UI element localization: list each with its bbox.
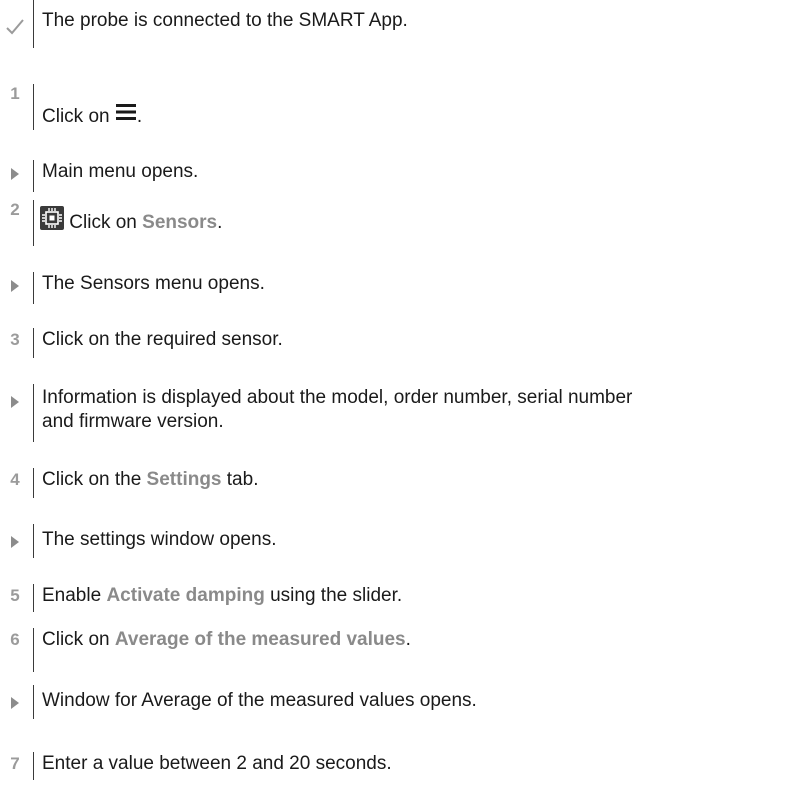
step-text-after: using the slider. <box>264 585 403 606</box>
step-rule <box>33 685 34 719</box>
step-rule <box>33 584 34 612</box>
precondition-text: The probe is connected to the SMART App. <box>42 10 408 31</box>
step-number: 7 <box>10 754 20 773</box>
step-rule <box>33 272 34 304</box>
step-rule <box>33 84 34 130</box>
chip-icon <box>40 206 64 237</box>
step-text-after: tab. <box>221 469 259 490</box>
step-rule <box>33 0 34 48</box>
step-text-bold: Activate damping <box>106 585 265 606</box>
step-text-after: . <box>136 106 143 127</box>
step-text: Enter a value between 2 and 20 seconds. <box>42 753 392 774</box>
step-text: Click on . <box>42 102 790 129</box>
step-number: 2 <box>10 200 20 219</box>
step-text: Enable Activate damping using the slider… <box>42 584 790 608</box>
result-text-line-2: and firmware version. <box>42 411 224 432</box>
step-text-after: . <box>405 629 411 650</box>
hamburger-menu-icon <box>115 102 137 129</box>
step-text-before: Enable <box>42 585 107 606</box>
triangle-arrow-icon <box>0 395 30 409</box>
step-rule <box>33 468 34 498</box>
step-rule <box>33 752 34 780</box>
result-text: The settings window opens. <box>42 529 277 550</box>
step-rule <box>33 628 34 672</box>
step-text: Click on the required sensor. <box>42 329 283 350</box>
triangle-arrow-icon <box>0 279 30 293</box>
result-text: Information is displayed about the model… <box>42 386 790 434</box>
step-text-before: Click on the <box>42 469 147 490</box>
triangle-arrow-icon <box>0 167 30 181</box>
step-text-bold: Sensors <box>142 212 218 233</box>
step-number: 4 <box>10 470 20 489</box>
result-text: Main menu opens. <box>42 161 199 182</box>
triangle-arrow-icon <box>0 696 30 710</box>
step-text-bold: Settings <box>146 469 222 490</box>
step-text-before: Click on <box>69 212 143 233</box>
step-rule <box>33 524 34 558</box>
step-text-before: Click on <box>42 106 115 127</box>
result-text: Window for Average of the measured value… <box>42 690 477 711</box>
check-icon <box>0 18 30 36</box>
step-text: Click on Average of the measured values. <box>42 628 790 652</box>
step-text-bold: Average of the measured values <box>114 629 406 650</box>
step-rule <box>33 328 34 358</box>
step-number: 1 <box>10 84 20 103</box>
step-text: Click on the Settings tab. <box>42 468 790 492</box>
triangle-arrow-icon <box>0 535 30 549</box>
step-text-after: . <box>217 212 223 233</box>
step-rule <box>33 200 34 246</box>
step-number: 5 <box>10 586 20 605</box>
result-text-line-1: Information is displayed about the model… <box>42 387 633 408</box>
step-number: 6 <box>10 630 20 649</box>
result-text: The Sensors menu opens. <box>42 273 265 294</box>
step-number: 3 <box>10 330 20 349</box>
step-text-before: Click on <box>42 629 115 650</box>
step-rule <box>33 160 34 192</box>
step-text: Click on Sensors. <box>40 206 788 237</box>
step-rule <box>33 384 34 442</box>
